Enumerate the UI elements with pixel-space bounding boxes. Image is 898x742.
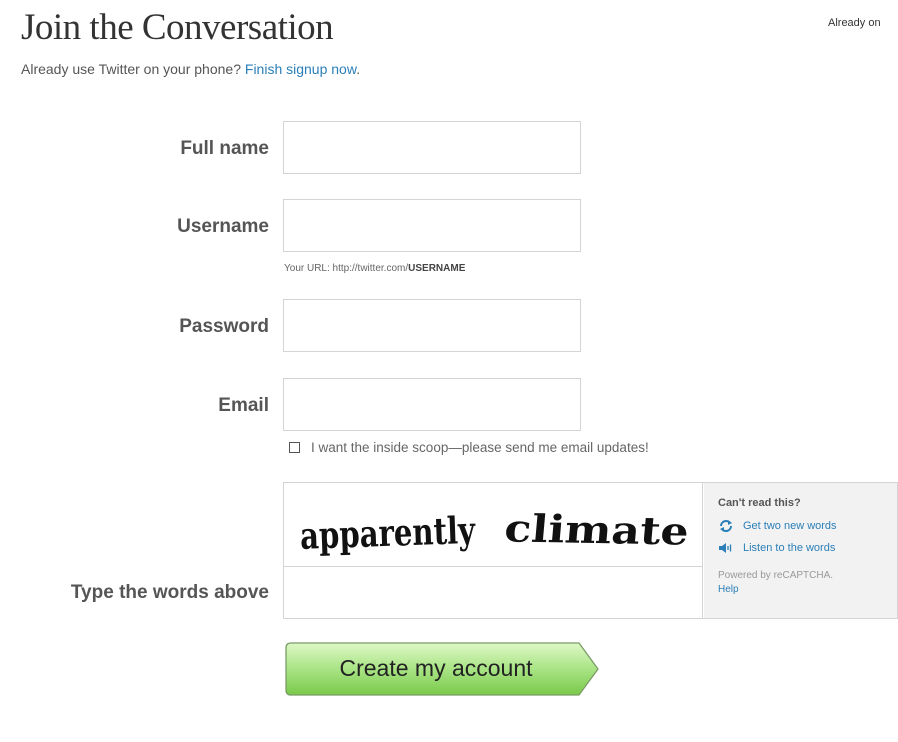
recaptcha-widget: apparently climate Can't read this? Get …: [283, 482, 898, 619]
finish-signup-link[interactable]: Finish signup now: [245, 61, 356, 77]
url-hint-prefix: Your URL: http://twitter.com/: [284, 263, 409, 274]
already-on-link[interactable]: Already on: [828, 17, 881, 29]
captcha-help-panel: Can't read this? Get two new words Liste…: [704, 483, 897, 618]
captcha-field-box: [284, 567, 703, 618]
powered-by-recaptcha: Powered by reCAPTCHA.: [718, 570, 834, 581]
password-input[interactable]: [284, 300, 580, 351]
full-name-field-box: [283, 121, 581, 174]
username-field-box: [283, 199, 581, 252]
url-hint: Your URL: http://twitter.com/USERNAME: [284, 263, 465, 274]
password-field-box: [283, 299, 581, 352]
full-name-input[interactable]: [284, 122, 580, 173]
captcha-help-link[interactable]: Help: [718, 584, 739, 595]
email-input[interactable]: [284, 379, 580, 430]
password-label: Password: [179, 316, 269, 337]
audio-captcha-label[interactable]: Listen to the words: [743, 542, 835, 554]
username-input[interactable]: [284, 200, 580, 251]
url-hint-username: USERNAME: [408, 263, 466, 274]
create-account-button[interactable]: Create my account: [285, 642, 600, 696]
username-label: Username: [177, 216, 269, 237]
audio-captcha-link[interactable]: Listen to the words: [718, 542, 835, 554]
captcha-input[interactable]: [284, 567, 702, 618]
subtitle: Already use Twitter on your phone? Finis…: [21, 61, 360, 77]
speaker-icon: [719, 543, 732, 553]
page-title: Join the Conversation: [21, 7, 334, 48]
refresh-icon: [720, 520, 732, 532]
captcha-label: Type the words above: [70, 582, 269, 603]
email-updates-row: I want the inside scoop—please send me e…: [289, 440, 649, 455]
subtitle-text: Already use Twitter on your phone?: [21, 61, 241, 77]
captcha-word-2: climate: [503, 506, 691, 554]
email-field-box: [283, 378, 581, 431]
subtitle-period: .: [356, 61, 361, 77]
captcha-words-image: apparently climate: [299, 506, 691, 558]
email-updates-label[interactable]: I want the inside scoop—please send me e…: [311, 440, 649, 455]
full-name-label: Full name: [180, 138, 269, 159]
refresh-captcha-link[interactable]: Get two new words: [718, 520, 837, 532]
captcha-image: apparently climate: [284, 483, 703, 567]
email-label: Email: [218, 395, 269, 416]
refresh-captcha-label[interactable]: Get two new words: [743, 520, 837, 532]
create-account-label[interactable]: Create my account: [285, 642, 587, 696]
email-updates-checkbox[interactable]: [289, 442, 300, 453]
captcha-help-title: Can't read this?: [718, 497, 801, 509]
captcha-word-1: apparently: [299, 508, 477, 558]
